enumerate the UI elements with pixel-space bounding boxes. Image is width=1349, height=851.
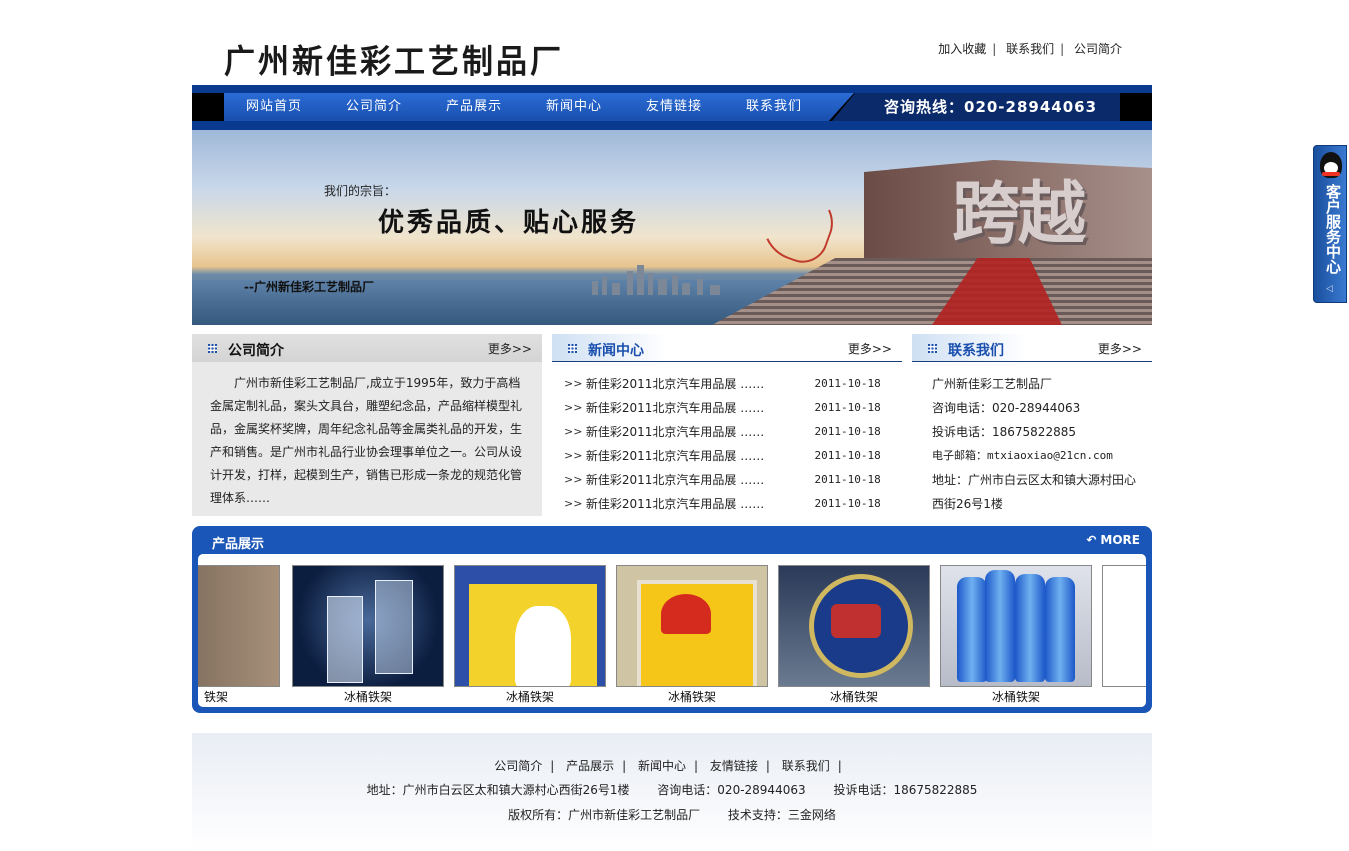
footer: 公司简介 | 产品展示 | 新闻中心 | 友情链接 | 联系我们 | 地址：广州市白云区太…	[192, 733, 1152, 851]
news-item[interactable]: >> 新佳彩2011北京汽车用品展 …… 2011-10-18	[564, 492, 894, 516]
news-item[interactable]: >> 新佳彩2011北京汽车用品展 …… 2011-10-18	[564, 444, 894, 468]
banner-motto: 优秀品质、贴心服务	[378, 208, 640, 238]
news-more-link[interactable]: 更多>>	[848, 340, 892, 357]
product-image[interactable]	[454, 565, 606, 687]
about-more-link[interactable]: 更多>>	[488, 340, 532, 357]
product-caption: 冰桶铁架	[505, 690, 554, 704]
news-item[interactable]: >> 新佳彩2011北京汽车用品展 …… 2011-10-18	[564, 468, 894, 492]
news-title: 新闻中心	[588, 343, 644, 359]
about-title: 公司简介	[228, 343, 284, 359]
news-list: >> 新佳彩2011北京汽车用品展 …… 2011-10-18 >> 新佳彩2011北…	[564, 372, 894, 516]
double-chevron-icon: >>	[564, 497, 583, 510]
footer-address-line: 地址：广州市白云区太和镇大源村心西街26号1楼 咨询电话：020-2894406…	[192, 781, 1152, 798]
hero-banner: 跨越 我们的宗旨： 优秀品质、贴心服务 --广州新佳彩工艺制品厂	[192, 130, 1152, 325]
double-chevron-icon: >>	[564, 473, 583, 486]
contact-us-link[interactable]: 联系我们	[1006, 42, 1054, 56]
product-caption: 冰桶铁架	[343, 690, 392, 704]
grid-icon	[568, 344, 577, 353]
news-box: 新闻中心 更多>> >> 新佳彩2011北京汽车用品展 …… 2011-10-18 …	[552, 334, 902, 516]
collapse-arrow-icon[interactable]: ◁	[1326, 284, 1333, 294]
stairs-graphic	[712, 258, 1152, 325]
contact-more-link[interactable]: 更多>>	[1098, 340, 1142, 357]
product-caption: 冰桶铁架	[829, 690, 878, 704]
product-item[interactable]: 冰桶铁架	[778, 565, 930, 706]
product-image[interactable]	[292, 565, 444, 687]
add-favorite-link[interactable]: 加入收藏	[938, 42, 986, 56]
product-carousel: 铁架 冰桶铁架 冰桶铁架 冰桶铁架 冰桶铁架 冰桶铁架	[198, 554, 1146, 707]
product-item[interactable]: 铁架	[198, 565, 280, 706]
footer-link-news[interactable]: 新闻中心	[638, 759, 686, 773]
top-links: 加入收藏 | 联系我们 | 公司简介	[938, 42, 1122, 56]
news-item[interactable]: >> 新佳彩2011北京汽车用品展 …… 2011-10-18	[564, 420, 894, 444]
footer-link-products[interactable]: 产品展示	[566, 759, 614, 773]
product-item[interactable]: 冰桶铁架	[292, 565, 444, 706]
grid-icon	[928, 344, 937, 353]
products-more-button[interactable]: ↶ MORE	[1086, 533, 1140, 547]
nav-products[interactable]: 产品展示	[424, 93, 524, 121]
customer-service-label: 客户服务中心	[1324, 184, 1342, 274]
products-section: 产品展示 ↶ MORE 铁架 冰桶铁架 冰桶铁架 冰桶铁架 冰桶铁架 冰桶铁架	[192, 526, 1152, 713]
double-chevron-icon: >>	[564, 449, 583, 462]
news-item[interactable]: >> 新佳彩2011北京汽车用品展 …… 2011-10-18	[564, 396, 894, 420]
about-box: 公司简介 更多>> 广州市新佳彩工艺制品厂,成立于1995年，致力于高档金属定制…	[192, 334, 542, 516]
product-caption: 冰桶铁架	[991, 690, 1040, 704]
nav-company-intro[interactable]: 公司简介	[324, 93, 424, 121]
product-item[interactable]: 冰桶铁架	[454, 565, 606, 706]
info-section: 公司简介 更多>> 广州市新佳彩工艺制品厂,成立于1995年，致力于高档金属定制…	[192, 334, 1152, 516]
products-title: 产品展示	[212, 537, 265, 552]
product-image[interactable]	[198, 565, 280, 687]
about-text: 广州市新佳彩工艺制品厂,成立于1995年，致力于高档金属定制礼品，案头文具台，雕…	[210, 376, 523, 505]
footer-copyright: 版权所有：广州市新佳彩工艺制品厂	[508, 808, 701, 822]
footer-link-friend-links[interactable]: 友情链接	[710, 759, 758, 773]
contact-list: 广州新佳彩工艺制品厂 咨询电话：020-28944063 投诉电话：186758…	[932, 372, 1147, 516]
company-intro-link[interactable]: 公司简介	[1074, 42, 1122, 56]
footer-complaint: 投诉电话：18675822885	[833, 783, 978, 797]
footer-links: 公司简介 | 产品展示 | 新闻中心 | 友情链接 | 联系我们 |	[494, 759, 842, 773]
contact-phone: 咨询电话：020-28944063	[932, 401, 1081, 415]
contact-address: 地址：广州市白云区太和镇大源村田心西街26号1楼	[932, 473, 1137, 511]
product-image[interactable]	[940, 565, 1092, 687]
footer-link-contact[interactable]: 联系我们	[782, 759, 830, 773]
customer-service-tab[interactable]: 客户服务中心 ◁	[1313, 145, 1347, 303]
contact-email: 电子邮箱：mtxiaoxiao@21cn.com	[932, 449, 1113, 462]
product-item[interactable]: 冰桶铁架	[616, 565, 768, 706]
contact-box: 联系我们 更多>> 广州新佳彩工艺制品厂 咨询电话：020-28944063 投…	[912, 334, 1152, 516]
double-chevron-icon: >>	[564, 401, 583, 414]
banner-motto-label: 我们的宗旨：	[324, 184, 397, 198]
banner-signature: --广州新佳彩工艺制品厂	[244, 280, 374, 294]
nav-contact[interactable]: 联系我们	[724, 93, 824, 121]
product-item[interactable]	[1102, 565, 1146, 687]
city-skyline	[582, 265, 752, 295]
nav-news[interactable]: 新闻中心	[524, 93, 624, 121]
ribbon-dancer-graphic	[752, 180, 842, 270]
site-logo[interactable]: 广州新佳彩工艺制品厂	[224, 35, 564, 82]
footer-link-company-intro[interactable]: 公司简介	[494, 759, 542, 773]
qq-penguin-icon	[1320, 152, 1342, 178]
contact-company: 广州新佳彩工艺制品厂	[932, 377, 1053, 391]
contact-complaint-phone: 投诉电话：18675822885	[932, 425, 1076, 439]
news-item[interactable]: >> 新佳彩2011北京汽车用品展 …… 2011-10-18	[564, 372, 894, 396]
footer-address: 地址：广州市白云区太和镇大源村心西街26号1楼	[366, 783, 630, 797]
double-chevron-icon: >>	[564, 377, 583, 390]
banner-big-text: 跨越	[952, 175, 1086, 254]
product-image[interactable]	[616, 565, 768, 687]
product-item[interactable]: 冰桶铁架	[940, 565, 1092, 706]
grid-icon	[208, 344, 217, 353]
product-image[interactable]	[778, 565, 930, 687]
header: 广州新佳彩工艺制品厂 加入收藏 | 联系我们 | 公司简介	[192, 0, 1152, 85]
hotline-text: 咨询热线：020-28944063	[884, 98, 1098, 116]
main-nav: 网站首页 公司简介 产品展示 新闻中心 友情链接 联系我们 咨询热线：020-2…	[192, 85, 1152, 130]
nav-friend-links[interactable]: 友情链接	[624, 93, 724, 121]
contact-title: 联系我们	[948, 343, 1004, 359]
footer-phone: 咨询电话：020-28944063	[657, 783, 806, 797]
footer-support: 技术支持：三金网络	[727, 808, 836, 822]
product-caption: 铁架	[203, 690, 228, 704]
product-caption: 冰桶铁架	[667, 690, 716, 704]
nav-home[interactable]: 网站首页	[224, 93, 324, 121]
refresh-arrow-icon: ↶	[1086, 533, 1097, 547]
footer-copyright-line: 版权所有：广州市新佳彩工艺制品厂 技术支持：三金网络	[192, 806, 1152, 823]
product-image[interactable]	[1102, 565, 1146, 687]
double-chevron-icon: >>	[564, 425, 583, 438]
